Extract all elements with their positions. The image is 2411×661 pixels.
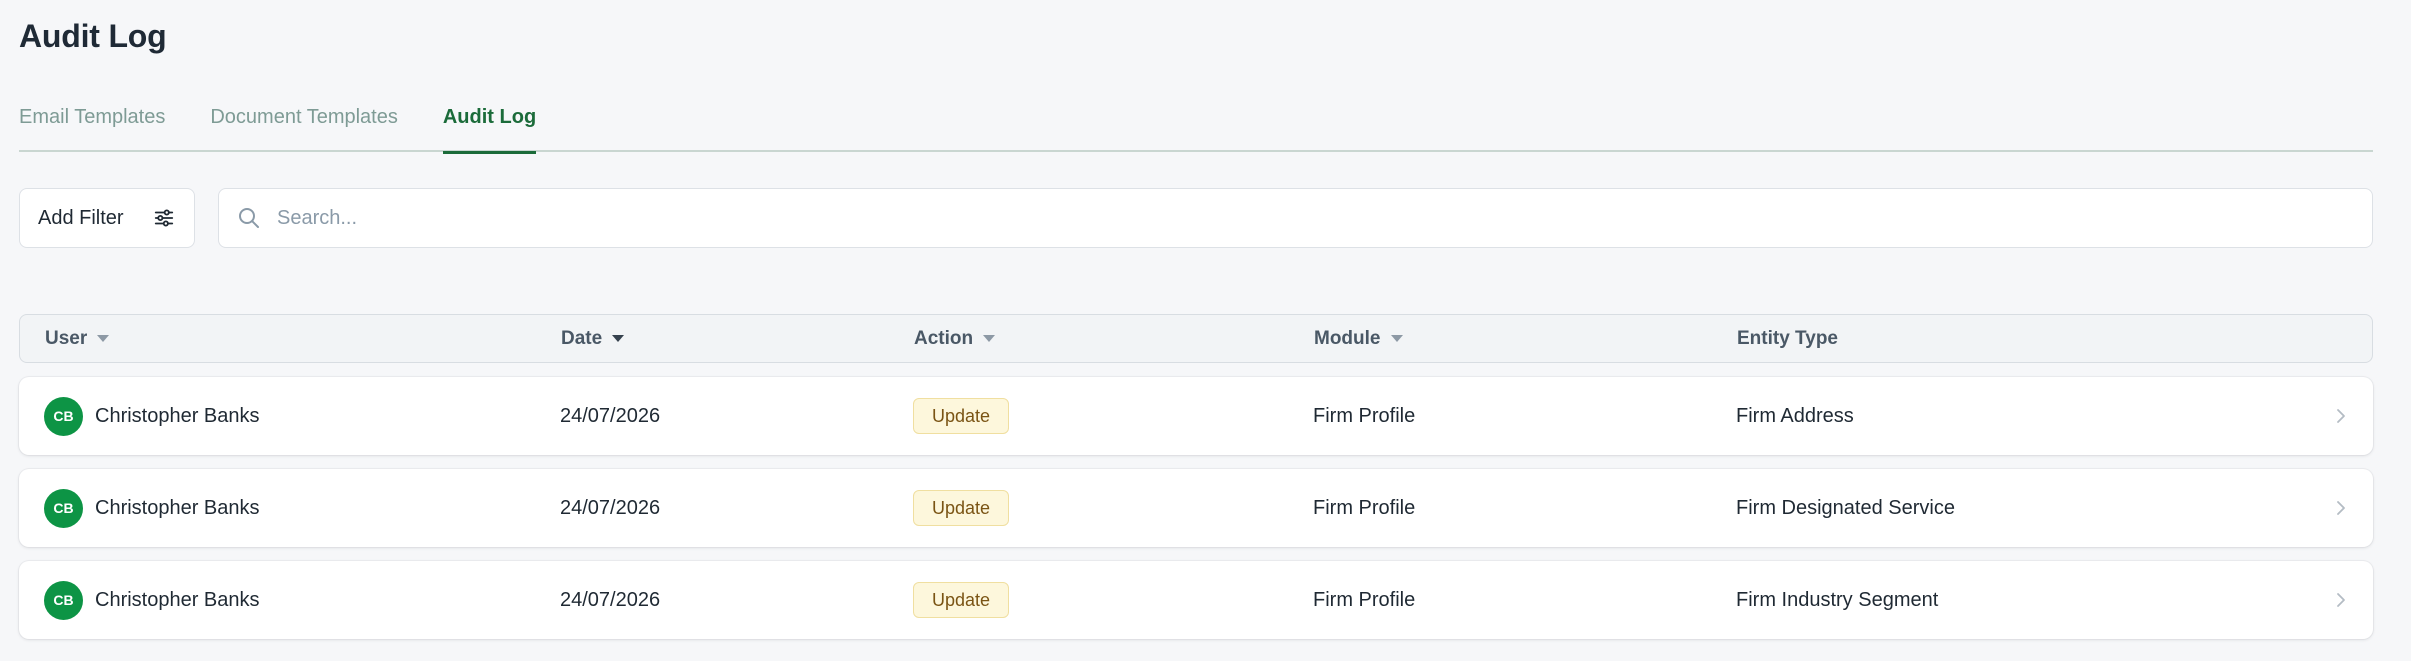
column-header-label: Action: [914, 327, 974, 349]
search-bar: [218, 188, 2373, 248]
action-badge: Update: [913, 490, 1010, 526]
table-row[interactable]: CB Christopher Banks 24/07/2026 Update F…: [19, 377, 2373, 455]
module-cell: Firm Profile: [1313, 496, 1416, 519]
module-cell: Firm Profile: [1313, 404, 1416, 427]
sliders-icon: [154, 209, 174, 227]
entity-type-cell: Firm Designated Service: [1736, 496, 1955, 519]
page-title: Audit Log: [19, 18, 167, 54]
column-header-label: User: [45, 327, 88, 349]
add-filter-button[interactable]: Add Filter: [19, 188, 195, 248]
column-header-label: Date: [561, 327, 603, 349]
chevron-right-icon[interactable]: [2331, 590, 2351, 610]
tab-email-templates[interactable]: Email Templates: [19, 100, 165, 152]
add-filter-label: Add Filter: [38, 206, 124, 229]
column-header-module[interactable]: Module: [1314, 315, 1403, 362]
tab-document-templates[interactable]: Document Templates: [210, 100, 398, 152]
search-icon: [239, 208, 259, 228]
column-header-date[interactable]: Date: [561, 315, 625, 362]
sort-caret-icon: [97, 335, 110, 342]
avatar: CB: [44, 488, 83, 528]
chevron-right-icon[interactable]: [2331, 498, 2351, 518]
chevron-right-icon[interactable]: [2331, 406, 2351, 426]
date-cell: 24/07/2026: [560, 588, 661, 611]
search-input[interactable]: [277, 206, 2277, 230]
sort-caret-icon: [1390, 335, 1403, 342]
tab-audit-log[interactable]: Audit Log: [442, 100, 537, 154]
user-name: Christopher Banks: [95, 588, 260, 611]
entity-type-cell: Firm Address: [1736, 404, 1854, 427]
avatar: CB: [44, 396, 83, 436]
sort-caret-icon: [983, 335, 996, 342]
audit-log-page: Audit Log Email Templates Document Templ…: [0, 0, 2411, 661]
user-name: Christopher Banks: [95, 404, 260, 427]
column-header-action[interactable]: Action: [914, 315, 996, 362]
user-cell: CB Christopher Banks: [44, 469, 260, 547]
action-badge: Update: [913, 582, 1010, 618]
table-row[interactable]: CB Christopher Banks 24/07/2026 Update F…: [19, 561, 2373, 639]
entity-type-cell: Firm Industry Segment: [1736, 588, 1939, 611]
column-header-user[interactable]: User: [45, 315, 110, 362]
action-cell: Update: [913, 561, 1010, 639]
column-header-entity-type: Entity Type: [1737, 315, 1838, 362]
table-header: User Date Action Module Entity Type: [19, 314, 2373, 363]
table-row[interactable]: CB Christopher Banks 24/07/2026 Update F…: [19, 469, 2373, 547]
date-cell: 24/07/2026: [560, 496, 661, 519]
user-name: Christopher Banks: [95, 496, 260, 519]
user-cell: CB Christopher Banks: [44, 377, 260, 455]
action-cell: Update: [913, 377, 1010, 455]
avatar: CB: [44, 580, 83, 620]
action-cell: Update: [913, 469, 1010, 547]
column-header-label: Entity Type: [1737, 327, 1838, 349]
tab-bar: Email Templates Document Templates Audit…: [19, 100, 2373, 154]
user-cell: CB Christopher Banks: [44, 561, 260, 639]
action-badge: Update: [913, 398, 1010, 434]
sort-caret-icon: [612, 335, 625, 342]
column-header-label: Module: [1314, 327, 1381, 349]
date-cell: 24/07/2026: [560, 404, 661, 427]
module-cell: Firm Profile: [1313, 588, 1416, 611]
